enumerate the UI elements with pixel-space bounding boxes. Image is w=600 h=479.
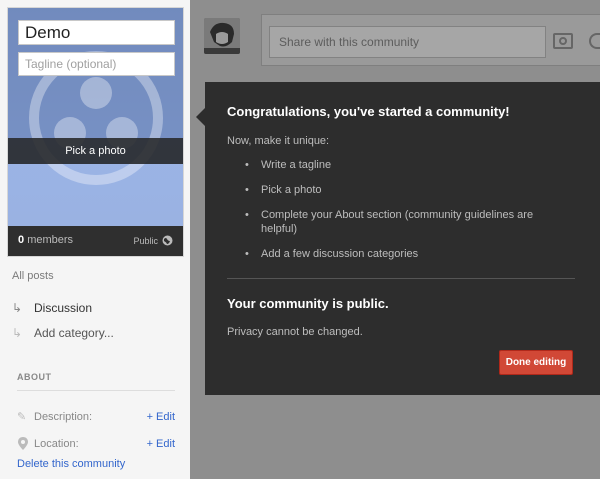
link-icon[interactable] <box>589 33 600 49</box>
done-editing-button[interactable]: Done editing <box>499 350 573 375</box>
all-posts-link[interactable]: All posts <box>12 270 114 282</box>
about-location-row: Location: + Edit <box>17 430 175 457</box>
category-discussion[interactable]: ↳ Discussion <box>12 295 114 320</box>
about-description-row: ✎ Description: + Edit <box>17 403 175 430</box>
left-sidebar: Demo Tagline (optional) Pick a photo 0 m… <box>0 0 190 479</box>
edit-description-link[interactable]: + Edit <box>147 411 175 423</box>
location-label: Location: <box>34 437 79 450</box>
delete-community-link[interactable]: Delete this community <box>17 458 125 470</box>
edit-location-link[interactable]: + Edit <box>147 438 175 450</box>
about-heading: ABOUT <box>17 372 175 391</box>
pick-photo-button[interactable]: Pick a photo <box>8 138 183 164</box>
dialog-subtitle: Now, make it unique: <box>227 135 330 147</box>
user-avatar-icon <box>204 18 240 54</box>
share-input[interactable]: Share with this community <box>269 26 546 58</box>
avatar <box>204 18 240 54</box>
community-name-input[interactable]: Demo <box>18 20 175 45</box>
public-title: Your community is public. <box>227 296 389 311</box>
onboarding-dialog: Congratulations, you've started a commun… <box>196 82 600 395</box>
category-arrow-icon: ↳ <box>12 325 23 340</box>
camera-icon[interactable] <box>553 33 573 49</box>
dialog-title: Congratulations, you've started a commun… <box>227 104 510 119</box>
community-photo[interactable]: Demo Tagline (optional) Pick a photo <box>8 8 183 226</box>
member-count: 0 members <box>18 234 73 246</box>
pencil-icon: ✎ <box>17 411 27 423</box>
member-count-value: 0 <box>18 234 25 246</box>
tagline-input[interactable]: Tagline (optional) <box>18 52 175 76</box>
members-label: members <box>27 234 74 246</box>
list-item: Pick a photo <box>241 183 561 197</box>
dialog-divider <box>227 278 575 279</box>
list-item: Write a tagline <box>241 158 561 172</box>
category-label: Add category... <box>34 325 114 340</box>
category-arrow-icon: ↳ <box>12 300 23 315</box>
list-item: Add a few discussion categories <box>241 247 561 261</box>
add-category-button[interactable]: ↳ Add category... <box>12 320 114 345</box>
description-label: Description: <box>34 410 93 423</box>
location-pin-icon <box>18 437 28 450</box>
public-subtitle: Privacy cannot be changed. <box>227 326 363 338</box>
category-label: Discussion <box>34 300 93 315</box>
visibility-badge: Public <box>133 235 173 246</box>
visibility-label: Public <box>133 235 158 246</box>
globe-icon <box>162 235 173 246</box>
category-nav: All posts ↳ Discussion ↳ Add category... <box>12 270 114 345</box>
list-item: Complete your About section (community g… <box>241 208 561 236</box>
todo-list: Write a tagline Pick a photo Complete yo… <box>241 158 561 272</box>
about-section: ABOUT ✎ Description: + Edit Location: + … <box>17 372 175 457</box>
community-card: Demo Tagline (optional) Pick a photo 0 m… <box>7 7 184 257</box>
card-footer: 0 members Public <box>8 226 183 256</box>
